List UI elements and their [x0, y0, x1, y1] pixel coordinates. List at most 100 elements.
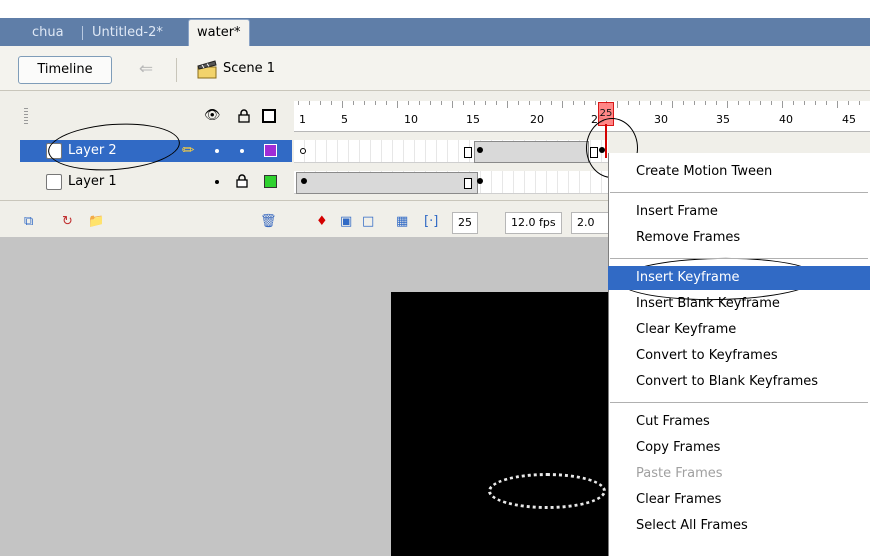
modify-onion-markers-icon[interactable]: [·] [424, 214, 438, 229]
layer-name: Layer 1 [68, 174, 117, 189]
outline-icon[interactable] [262, 109, 276, 127]
scene-label[interactable]: Scene 1 [223, 60, 275, 78]
lock-dot[interactable] [240, 149, 244, 153]
ellipse-shape[interactable] [488, 473, 606, 509]
menu-item-clear-keyframe[interactable]: Clear Keyframe [608, 318, 870, 342]
back-arrow-icon[interactable]: ⇐ [136, 60, 156, 78]
menu-item-convert-to-keyframes[interactable]: Convert to Keyframes [608, 344, 870, 368]
panel-grip[interactable] [24, 108, 28, 126]
ruler-tick [529, 101, 530, 105]
ruler-tick [562, 101, 563, 108]
menu-separator [610, 402, 868, 403]
menu-item-insert-frame[interactable]: Insert Frame [608, 200, 870, 224]
menu-item-convert-to-blank-keyframes[interactable]: Convert to Blank Keyframes [608, 370, 870, 394]
frame-span[interactable] [296, 172, 478, 194]
ruler-tick [452, 101, 453, 108]
menu-item-label: Remove Frames [636, 230, 741, 245]
ruler-tick [408, 101, 409, 105]
menu-separator [610, 258, 868, 259]
menu-item-cut-frames[interactable]: Cut Frames [608, 410, 870, 434]
menu-item-label: Convert to Keyframes [636, 348, 778, 363]
ruler-label: 40 [779, 113, 793, 126]
center-frame-icon[interactable]: ♦ [316, 214, 328, 229]
onion-skin-icon[interactable]: ▣ [340, 214, 352, 229]
ruler-tick [518, 101, 519, 105]
edit-multiple-frames-icon[interactable]: ▦ [396, 214, 408, 229]
lock-icon[interactable] [236, 174, 248, 192]
ruler-tick [386, 101, 387, 105]
ruler-tick [782, 101, 783, 108]
ruler-label: 45 [842, 113, 856, 126]
outline-color-box[interactable] [264, 175, 277, 188]
ruler-tick [837, 101, 838, 108]
frame-span[interactable] [474, 141, 589, 163]
menu-item-insert-keyframe[interactable]: Insert Keyframe [608, 266, 870, 290]
tab-untitled-2[interactable]: Untitled-2* [92, 20, 163, 46]
ruler-tick [419, 101, 420, 105]
edit-bar-separator [176, 58, 177, 82]
frame-end-marker[interactable] [464, 178, 472, 189]
menu-item-create-motion-tween[interactable]: Create Motion Tween [608, 160, 870, 184]
pencil-icon: ✏ [182, 141, 195, 159]
stage[interactable] [391, 292, 609, 556]
tab-separator [82, 26, 83, 40]
frame-ruler[interactable]: 151015202530354045 [294, 101, 870, 132]
ruler-tick [551, 101, 552, 105]
menu-item-label: Cut Frames [636, 414, 710, 429]
menu-item-label: Insert Frame [636, 204, 718, 219]
frame-row-layer-2[interactable] [294, 140, 608, 163]
menu-item-copy-frames[interactable]: Copy Frames [608, 436, 870, 460]
ruler-label: 30 [654, 113, 668, 126]
delete-layer-icon[interactable]: 🗑 [260, 214, 277, 229]
menu-item-insert-blank-keyframe[interactable]: Insert Blank Keyframe [608, 292, 870, 316]
ruler-tick [771, 101, 772, 105]
menu-item-paste-frames: Paste Frames [608, 462, 870, 486]
menu-item-label: Paste Frames [636, 466, 723, 481]
keyframe[interactable] [477, 178, 483, 184]
tab-chua[interactable]: chua [32, 20, 64, 46]
menu-item-select-all-frames[interactable]: Select All Frames [608, 514, 870, 538]
ruler-tick [727, 101, 728, 108]
outline-color-box[interactable] [264, 144, 277, 157]
ruler-tick [760, 101, 761, 105]
ruler-tick [683, 101, 684, 105]
tab-water[interactable]: water* [188, 19, 250, 47]
ruler-tick [375, 101, 376, 105]
visibility-dot[interactable] [215, 180, 219, 184]
layer-row-1[interactable]: Layer 1 [20, 171, 292, 193]
ruler-tick [298, 101, 299, 105]
eye-icon[interactable]: 👁 [204, 109, 221, 123]
ruler-tick [540, 101, 541, 105]
add-layer-icon[interactable]: ⧉ [24, 214, 33, 229]
ruler-tick [815, 101, 816, 105]
ruler-tick [496, 101, 497, 105]
lock-icon[interactable] [238, 109, 250, 127]
menu-item-clear-frames[interactable]: Clear Frames [608, 488, 870, 512]
frame-end-marker[interactable] [464, 147, 472, 158]
menu-item-label: Convert to Blank Keyframes [636, 374, 819, 389]
ruler-tick [628, 101, 629, 105]
ruler-tick [650, 101, 651, 105]
ruler-tick [859, 101, 860, 105]
keyframe[interactable] [301, 178, 307, 184]
ruler-tick [639, 101, 640, 105]
keyframe[interactable] [477, 147, 483, 153]
ruler-tick [463, 101, 464, 105]
ruler-tick [353, 101, 354, 105]
ruler-tick [749, 101, 750, 105]
ruler-tick [661, 101, 662, 105]
add-folder-icon[interactable]: 📁 [88, 214, 104, 229]
onion-skin-outlines-icon[interactable]: □ [362, 214, 374, 229]
visibility-dot[interactable] [215, 149, 219, 153]
add-motion-guide-icon[interactable]: ↻ [62, 214, 73, 229]
menu-item-remove-frames[interactable]: Remove Frames [608, 226, 870, 250]
ruler-tick [364, 101, 365, 105]
frame-row-layer-1[interactable] [294, 171, 608, 194]
timeline-toggle-button[interactable]: Timeline [18, 56, 112, 84]
frame-rate-field[interactable]: 12.0 fps [505, 212, 562, 234]
ruler-label: 1 [299, 113, 306, 126]
ruler-tick [309, 101, 310, 105]
ruler-tick [617, 101, 618, 108]
blank-keyframe[interactable] [300, 148, 306, 154]
ruler-tick [804, 101, 805, 105]
